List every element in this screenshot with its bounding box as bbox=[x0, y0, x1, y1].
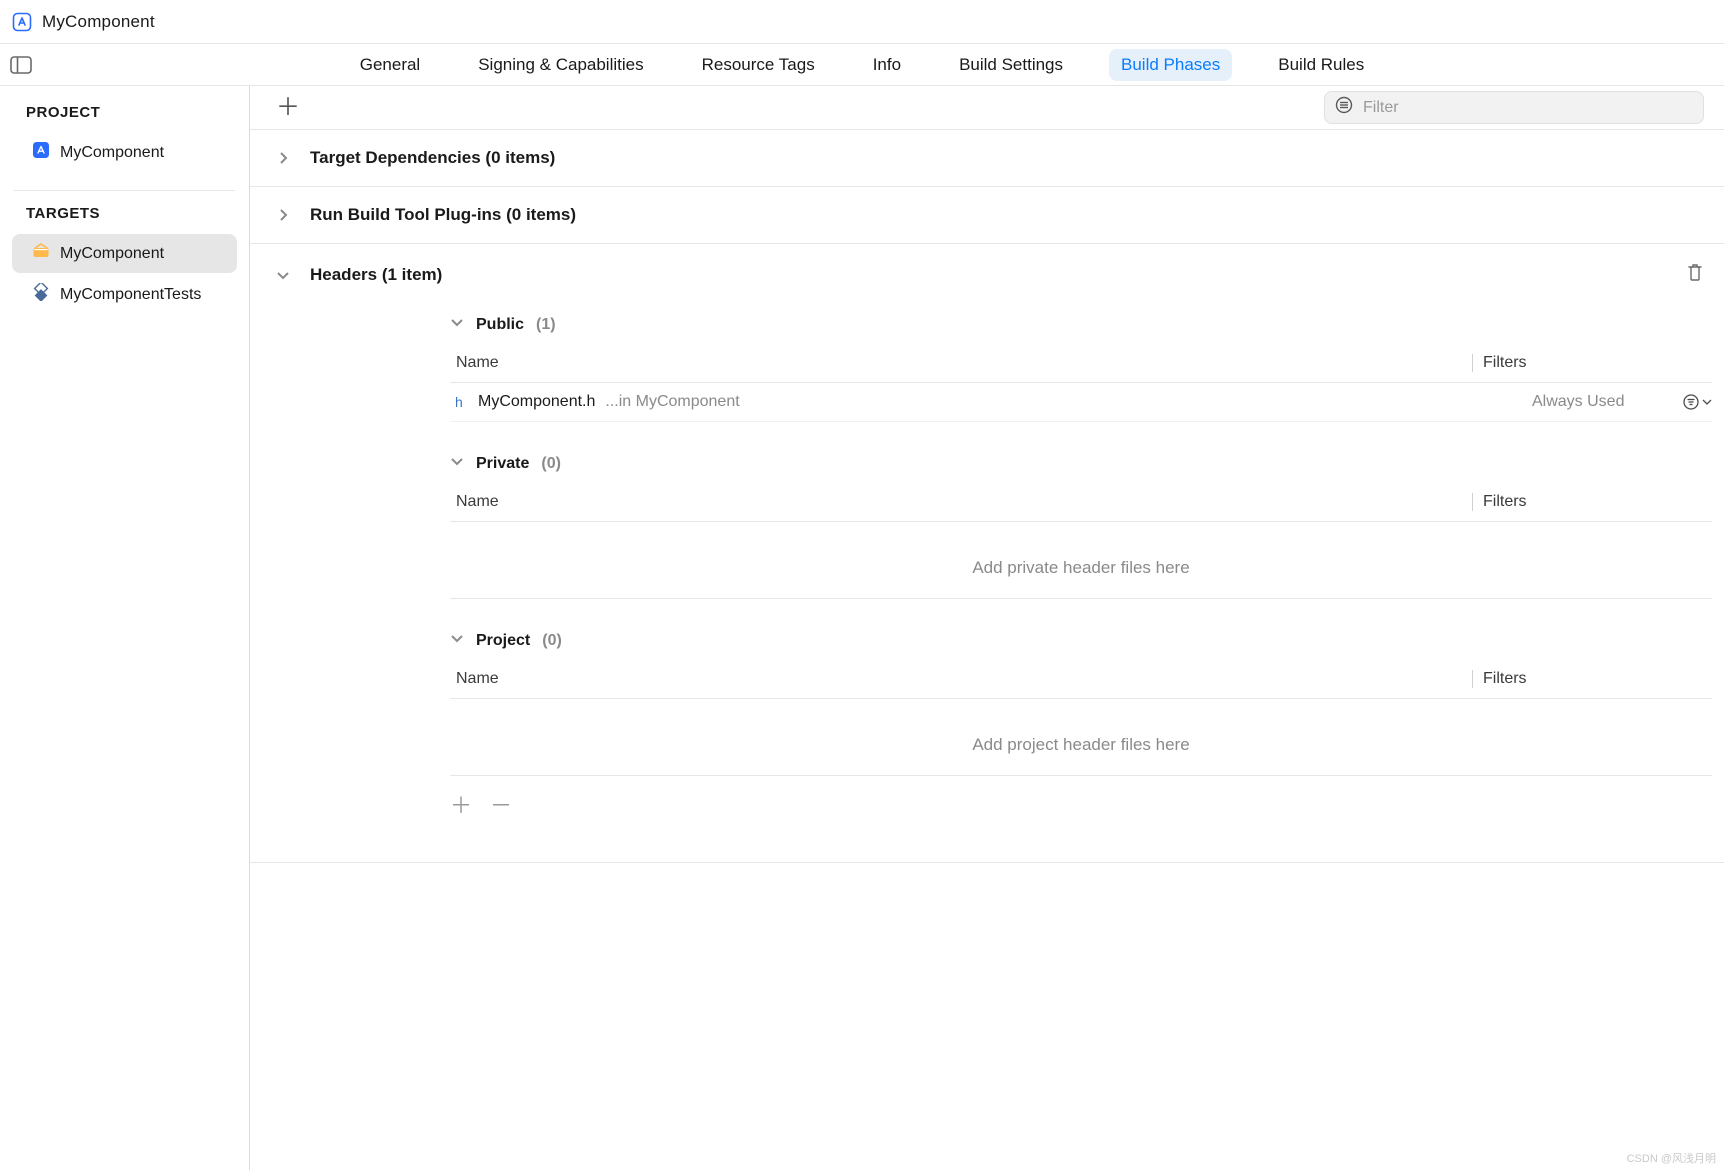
svg-text:h: h bbox=[455, 394, 463, 410]
chevron-down-icon bbox=[450, 631, 464, 650]
sidebar-divider bbox=[14, 190, 235, 191]
header-file-row[interactable]: h MyComponent.h ...in MyComponent Always… bbox=[450, 383, 1712, 422]
phases-toolbar: ＋ bbox=[250, 86, 1724, 130]
group-header-public[interactable]: Public (1) bbox=[450, 305, 1712, 344]
delete-phase-icon[interactable] bbox=[1686, 262, 1704, 287]
tab-resource-tags[interactable]: Resource Tags bbox=[690, 49, 827, 81]
tab-build-rules[interactable]: Build Rules bbox=[1266, 49, 1376, 81]
chevron-down-icon bbox=[450, 315, 464, 334]
group-count: (1) bbox=[536, 316, 556, 334]
sidebar-item-label: MyComponent bbox=[60, 245, 164, 263]
group-label: Public bbox=[476, 316, 524, 334]
sidebar-item-target-mycomponenttests[interactable]: MyComponentTests bbox=[12, 275, 237, 314]
sidebar-item-label: MyComponent bbox=[60, 144, 164, 162]
phase-title: Headers bbox=[310, 265, 377, 284]
project-sidebar: PROJECT MyComponent TARGETS MyComponent … bbox=[0, 86, 250, 1170]
tab-build-settings[interactable]: Build Settings bbox=[947, 49, 1075, 81]
group-header-private[interactable]: Private (0) bbox=[450, 444, 1712, 483]
column-filters: Filters bbox=[1472, 670, 1712, 688]
sidebar-item-target-mycomponent[interactable]: MyComponent bbox=[12, 234, 237, 273]
column-name: Name bbox=[450, 354, 1472, 372]
phase-header-build-tool-plugins[interactable]: Run Build Tool Plug-ins (0 items) bbox=[250, 187, 1724, 243]
sidebar-section-project: PROJECT bbox=[0, 104, 249, 121]
file-path: ...in MyComponent bbox=[595, 393, 739, 411]
sidebar-toggle-icon[interactable] bbox=[10, 56, 32, 74]
chevron-down-icon bbox=[1702, 397, 1712, 407]
column-name: Name bbox=[450, 493, 1472, 511]
filter-settings-icon[interactable] bbox=[1335, 96, 1353, 119]
group-count: (0) bbox=[542, 632, 562, 650]
filter-field[interactable] bbox=[1324, 91, 1704, 124]
chevron-right-icon bbox=[270, 151, 296, 165]
phase-header-headers[interactable]: Headers (1 item) bbox=[250, 244, 1724, 305]
column-name: Name bbox=[450, 670, 1472, 688]
sidebar-item-project[interactable]: MyComponent bbox=[12, 133, 237, 172]
chevron-right-icon bbox=[270, 208, 296, 222]
tests-icon bbox=[32, 283, 50, 306]
tab-general[interactable]: General bbox=[348, 49, 432, 81]
sidebar-section-targets: TARGETS bbox=[0, 205, 249, 222]
header-file-icon: h bbox=[450, 393, 472, 411]
app-icon bbox=[12, 12, 32, 32]
phase-count: (0 items) bbox=[485, 148, 555, 167]
filter-input[interactable] bbox=[1361, 98, 1693, 118]
phase-headers: Headers (1 item) Public (1) bbox=[250, 244, 1724, 863]
chevron-down-icon bbox=[270, 268, 296, 282]
column-filters: Filters bbox=[1472, 354, 1712, 372]
project-icon bbox=[32, 141, 50, 164]
phase-title: Target Dependencies bbox=[310, 148, 481, 167]
framework-icon bbox=[32, 242, 50, 265]
add-phase-button[interactable]: ＋ bbox=[270, 94, 306, 122]
watermark: CSDN @风浅月明 bbox=[1627, 1150, 1716, 1166]
main-pane: ＋ Target Dependencies (0 items) bbox=[250, 86, 1724, 1170]
filter-control[interactable] bbox=[1682, 393, 1712, 411]
tab-info[interactable]: Info bbox=[861, 49, 913, 81]
group-count: (0) bbox=[541, 455, 561, 473]
remove-file-button[interactable]: － bbox=[490, 788, 512, 820]
headers-group-public: Public (1) Name Filters h MyComponent.h bbox=[450, 305, 1712, 422]
tab-build-phases[interactable]: Build Phases bbox=[1109, 49, 1232, 81]
phase-target-dependencies: Target Dependencies (0 items) bbox=[250, 130, 1724, 187]
phase-count: (0 items) bbox=[506, 205, 576, 224]
group-label: Project bbox=[476, 632, 530, 650]
window-title: MyComponent bbox=[42, 12, 155, 32]
tab-signing[interactable]: Signing & Capabilities bbox=[466, 49, 655, 81]
group-header-project[interactable]: Project (0) bbox=[450, 621, 1712, 660]
headers-group-project: Project (0) Name Filters Add project hea… bbox=[450, 621, 1712, 820]
title-bar: MyComponent bbox=[0, 0, 1724, 44]
chevron-down-icon bbox=[450, 454, 464, 473]
file-name: MyComponent.h bbox=[472, 393, 595, 411]
phase-title: Run Build Tool Plug-ins bbox=[310, 205, 501, 224]
add-file-button[interactable]: ＋ bbox=[450, 788, 472, 820]
phase-count: (1 item) bbox=[382, 265, 442, 284]
headers-group-private: Private (0) Name Filters Add private hea… bbox=[450, 444, 1712, 599]
filter-value: Always Used bbox=[1532, 393, 1682, 411]
sidebar-item-label: MyComponentTests bbox=[60, 286, 201, 304]
phase-build-tool-plugins: Run Build Tool Plug-ins (0 items) bbox=[250, 187, 1724, 244]
column-headers: Name Filters bbox=[450, 660, 1712, 699]
phase-header-target-dependencies[interactable]: Target Dependencies (0 items) bbox=[250, 130, 1724, 186]
empty-placeholder: Add project header files here bbox=[450, 699, 1712, 776]
column-headers: Name Filters bbox=[450, 344, 1712, 383]
column-headers: Name Filters bbox=[450, 483, 1712, 522]
column-filters: Filters bbox=[1472, 493, 1712, 511]
group-label: Private bbox=[476, 455, 529, 473]
empty-placeholder: Add private header files here bbox=[450, 522, 1712, 599]
editor-tabs: General Signing & Capabilities Resource … bbox=[0, 44, 1724, 86]
